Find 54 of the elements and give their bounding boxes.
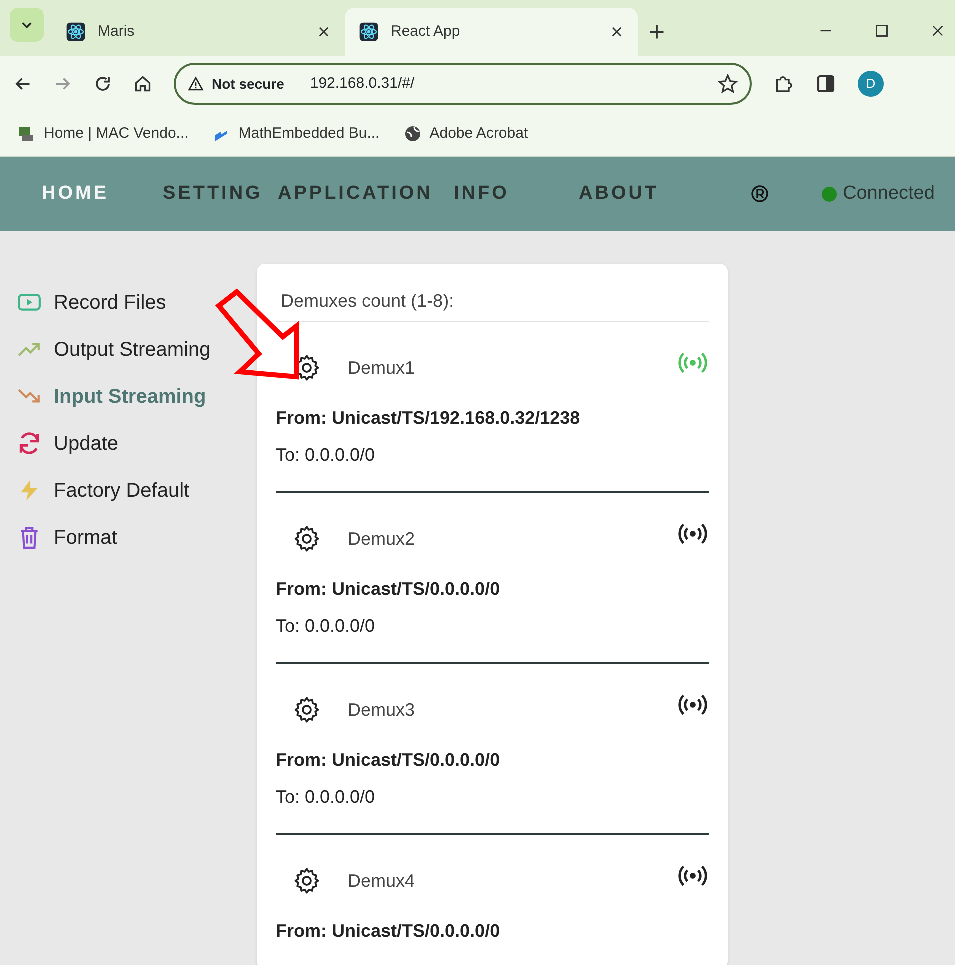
destination-text: To: 0.0.0.0/0 xyxy=(276,786,376,809)
star-icon[interactable] xyxy=(718,74,738,94)
demux-name: Demux1 xyxy=(348,356,416,380)
sidebar-icon[interactable] xyxy=(816,74,836,94)
sidebar-item[interactable]: Output Streaming xyxy=(17,326,257,373)
demux-name: Demux2 xyxy=(348,528,416,550)
source-text: From: Unicast/TS/0.0.0.0/0 xyxy=(276,749,502,772)
react-icon xyxy=(359,22,379,42)
demux-name: Demux4 xyxy=(348,870,416,892)
new-tab-icon[interactable] xyxy=(648,23,666,41)
nav-link[interactable]: ABOUT xyxy=(579,180,750,208)
bookmark-link[interactable]: Adobe Acrobat xyxy=(404,122,528,146)
tab-title: React App xyxy=(391,22,462,42)
bookmark-link[interactable]: MathEmbedded Bu... xyxy=(212,122,380,146)
card-title: Demuxes count (1-8): xyxy=(276,288,709,322)
react-icon xyxy=(66,22,86,42)
browser-tab[interactable]: React App xyxy=(345,8,638,56)
close-icon[interactable] xyxy=(317,25,331,39)
source-text: From: Unicast/TS/0.0.0.0/0 xyxy=(276,578,502,601)
globe-icon xyxy=(404,125,422,143)
computer-icon xyxy=(18,125,36,143)
settings-icon[interactable] xyxy=(292,866,322,896)
nav-link[interactable]: APPLICATION xyxy=(278,180,454,208)
settings-icon[interactable] xyxy=(292,695,322,725)
destination-text: To: 0.0.0.0/0 xyxy=(276,615,376,638)
sidebar-item[interactable]: Format xyxy=(17,514,257,561)
profile-avatar[interactable]: D xyxy=(858,71,884,97)
sidebar-item[interactable]: Factory Default xyxy=(17,467,257,514)
home-icon[interactable] xyxy=(134,75,152,93)
settings-icon[interactable] xyxy=(292,524,322,554)
registered-icon[interactable] xyxy=(750,184,770,204)
bookmark-link[interactable]: Home | MAC Vendo... xyxy=(18,122,189,146)
sidebar-item[interactable]: Input Streaming xyxy=(17,373,257,420)
nav-link[interactable]: SETTING xyxy=(163,180,278,208)
nav-link[interactable]: INFO xyxy=(454,180,579,208)
destination-text: To: 0.0.0.0/0 xyxy=(276,444,376,467)
url-text: 192.168.0.31/#/ xyxy=(310,74,416,94)
refresh-icon xyxy=(17,431,42,456)
source-text: From: Unicast/TS/192.168.0.32/1238 xyxy=(276,407,582,430)
demux-name: Demux3 xyxy=(348,698,416,722)
address-bar[interactable]: Not secure 192.168.0.31/#/ xyxy=(174,63,752,105)
security-label: Not secure xyxy=(212,74,284,94)
maximize-icon[interactable] xyxy=(875,24,889,38)
close-icon[interactable] xyxy=(931,24,945,38)
sidebar-item[interactable]: Update xyxy=(17,420,257,467)
browser-tab[interactable]: Maris xyxy=(52,8,345,56)
sidebar-item[interactable]: Record Files xyxy=(17,279,257,326)
tab-title: Maris xyxy=(98,22,136,42)
puzzle-icon[interactable] xyxy=(774,74,794,94)
warning-icon xyxy=(188,76,204,92)
close-icon[interactable] xyxy=(610,25,624,39)
status-label: Connected xyxy=(843,182,935,206)
source-text: From: Unicast/TS/0.0.0.0/0 xyxy=(276,920,502,943)
reload-icon[interactable] xyxy=(94,75,112,93)
